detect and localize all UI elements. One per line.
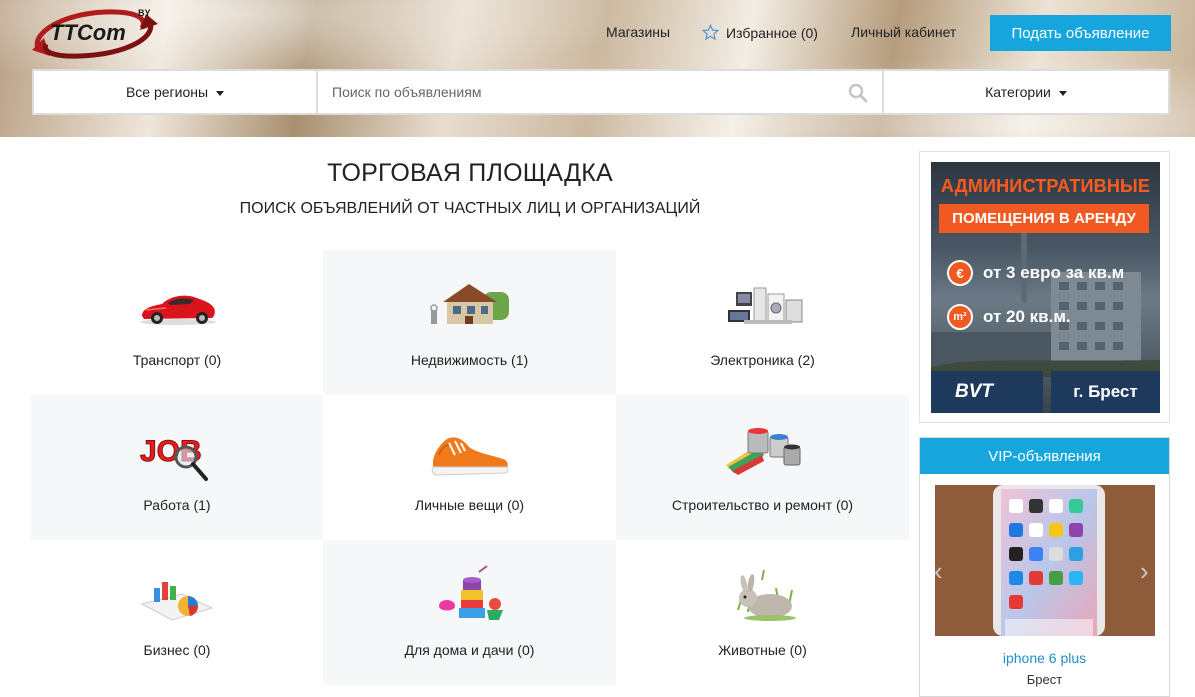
sneaker-icon bbox=[425, 415, 515, 485]
category-electronics[interactable]: Электроника (2) bbox=[616, 250, 909, 395]
category-label: Работа (1) bbox=[143, 497, 211, 513]
sidebar-banner-box: АДМИНИСТРАТИВНЫЕ ПОМЕЩЕНИЯ В АРЕНДУ € от… bbox=[919, 151, 1170, 423]
category-transport[interactable]: Транспорт (0) bbox=[31, 250, 323, 395]
page-title: ТОРГОВАЯ ПЛОЩАДКА bbox=[327, 159, 613, 187]
category-label: Животные (0) bbox=[718, 642, 807, 658]
category-label: Для дома и дачи (0) bbox=[404, 642, 535, 658]
svg-text:BY: BY bbox=[138, 8, 151, 18]
electronics-icon bbox=[718, 270, 808, 340]
ad-banner[interactable]: АДМИНИСТРАТИВНЫЕ ПОМЕЩЕНИЯ В АРЕНДУ € от… bbox=[931, 162, 1160, 413]
category-personal-items[interactable]: Личные вещи (0) bbox=[323, 395, 616, 540]
category-home-garden[interactable]: Для дома и дачи (0) bbox=[323, 540, 616, 685]
home-goods-icon bbox=[425, 560, 515, 630]
region-select[interactable]: Все регионы bbox=[34, 71, 316, 113]
carousel-next-icon[interactable]: › bbox=[1140, 556, 1149, 587]
phone-photo bbox=[935, 485, 1155, 636]
chevron-down-icon bbox=[1058, 90, 1067, 96]
category-grid: Транспорт (0) Недвижимость (1) Электрони… bbox=[31, 250, 909, 685]
ad-price-row: € от 3 евро за кв.м bbox=[947, 260, 1124, 286]
ad-area-row: m² от 20 кв.м. bbox=[947, 304, 1071, 330]
search-field bbox=[318, 71, 882, 113]
main-content: ТОРГОВАЯ ПЛОЩАДКА ПОИСК ОБЪЯВЛЕНИЙ ОТ ЧА… bbox=[31, 137, 909, 686]
ad-subheadline: ПОМЕЩЕНИЯ В АРЕНДУ bbox=[939, 204, 1149, 233]
nav-shops[interactable]: Магазины bbox=[606, 24, 670, 40]
square-meter-icon: m² bbox=[947, 304, 973, 330]
ad-city: г. Брест bbox=[1051, 371, 1160, 413]
nav-favorites[interactable]: Избранное (0) bbox=[702, 24, 818, 41]
categories-select-label: Категории bbox=[985, 84, 1051, 100]
euro-icon: € bbox=[947, 260, 973, 286]
categories-select[interactable]: Категории bbox=[884, 71, 1168, 113]
job-icon: JOB bbox=[132, 415, 222, 485]
rabbit-icon bbox=[718, 560, 808, 630]
vip-item-city: Брест bbox=[1026, 672, 1063, 687]
vip-item-title[interactable]: iphone 6 plus bbox=[920, 650, 1169, 666]
ad-brand: BVT bbox=[931, 371, 1043, 413]
ad-headline: АДМИНИСТРАТИВНЫЕ bbox=[940, 176, 1151, 196]
nav-account[interactable]: Личный кабинет bbox=[851, 24, 956, 40]
category-label: Электроника (2) bbox=[710, 352, 815, 368]
category-construction[interactable]: Строительство и ремонт (0) bbox=[616, 395, 909, 540]
chart-icon bbox=[132, 560, 222, 630]
vip-item-image[interactable] bbox=[935, 485, 1155, 636]
carousel-prev-icon[interactable]: ‹ bbox=[934, 556, 943, 587]
car-icon bbox=[132, 270, 222, 340]
vip-ads-box: VIP-объявления ‹ › iphone 6 plus Брест bbox=[919, 437, 1170, 697]
ad-area-text: от 20 кв.м. bbox=[983, 307, 1071, 326]
nav-favorites-label: Избранное (0) bbox=[726, 24, 818, 41]
header: TTCom BY Магазины Избранное (0) Личный к… bbox=[0, 0, 1195, 137]
house-icon bbox=[425, 270, 515, 340]
category-business[interactable]: Бизнес (0) bbox=[31, 540, 323, 685]
vip-ads-header: VIP-объявления bbox=[920, 438, 1169, 474]
site-logo[interactable]: TTCom BY bbox=[30, 4, 160, 62]
category-label: Личные вещи (0) bbox=[414, 497, 525, 513]
search-bar: Все регионы Категории bbox=[32, 69, 1170, 115]
post-ad-button[interactable]: Подать объявление bbox=[990, 15, 1171, 51]
category-job[interactable]: JOB Работа (1) bbox=[31, 395, 323, 540]
page-subtitle: ПОИСК ОБЪЯВЛЕНИЙ ОТ ЧАСТНЫХ ЛИЦ И ОРГАНИ… bbox=[239, 200, 701, 217]
category-label: Недвижимость (1) bbox=[410, 352, 529, 368]
paint-icon bbox=[718, 415, 808, 485]
ad-price-text: от 3 евро за кв.м bbox=[983, 263, 1125, 282]
category-animals[interactable]: Животные (0) bbox=[616, 540, 909, 685]
category-label: Транспорт (0) bbox=[132, 352, 222, 368]
category-label: Строительство и ремонт (0) bbox=[671, 497, 854, 513]
star-icon bbox=[702, 24, 719, 41]
category-real-estate[interactable]: Недвижимость (1) bbox=[323, 250, 616, 395]
search-input[interactable] bbox=[318, 71, 882, 113]
search-icon[interactable] bbox=[848, 83, 868, 103]
category-label: Бизнес (0) bbox=[143, 642, 211, 658]
chevron-down-icon bbox=[216, 90, 225, 96]
region-select-label: Все регионы bbox=[125, 84, 209, 100]
svg-text:TTCom: TTCom bbox=[50, 20, 126, 45]
